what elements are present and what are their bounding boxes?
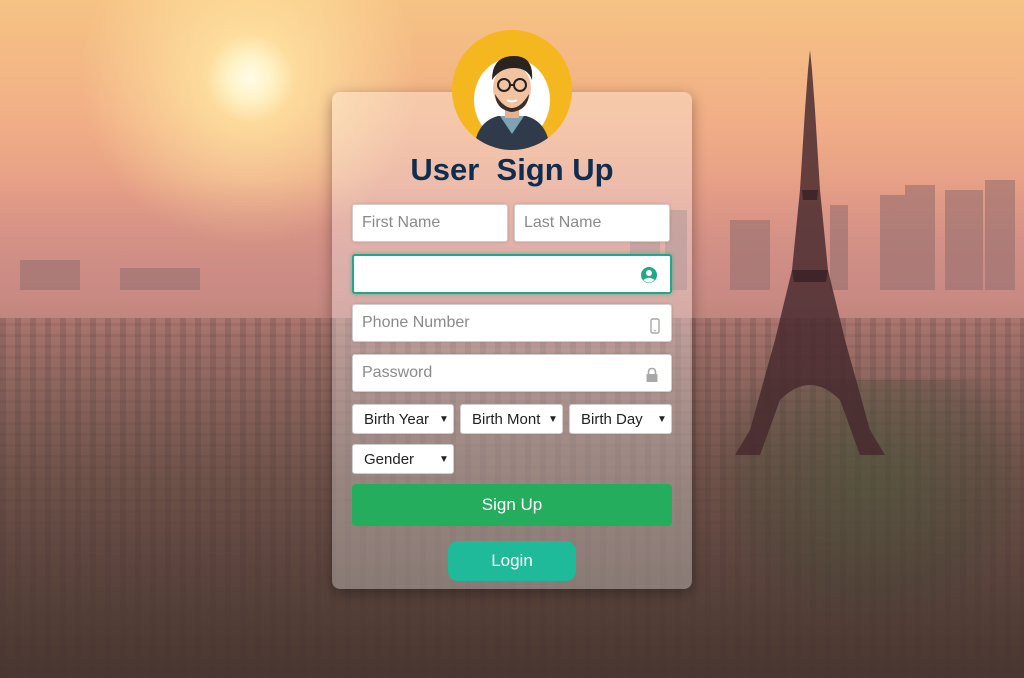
sign-up-button[interactable]: Sign Up	[352, 484, 672, 526]
lock-icon	[646, 367, 658, 382]
login-button[interactable]: Login	[448, 541, 576, 581]
birth-day-select[interactable]: Birth Day ▼	[569, 404, 672, 434]
mobile-phone-icon	[650, 318, 660, 334]
caret-down-icon: ▼	[548, 413, 558, 425]
first-name-input[interactable]	[352, 204, 508, 242]
birth-month-select[interactable]: Birth Mont ▼	[460, 404, 563, 434]
man-with-glasses-icon	[452, 30, 572, 150]
last-name-input[interactable]	[514, 204, 670, 242]
gender-select[interactable]: Gender ▼	[352, 444, 454, 474]
user-circle-icon	[641, 267, 657, 283]
password-input[interactable]	[352, 354, 672, 392]
phone-number-input[interactable]	[352, 304, 672, 342]
birth-year-value: Birth Year	[364, 410, 430, 428]
birth-year-select[interactable]: Birth Year ▼	[352, 404, 454, 434]
caret-down-icon: ▼	[439, 413, 449, 425]
username-input[interactable]	[352, 254, 672, 294]
user-avatar	[452, 30, 572, 150]
page-title: User Sign Up	[410, 152, 614, 187]
caret-down-icon: ▼	[657, 413, 667, 425]
gender-value: Gender	[364, 450, 415, 468]
birth-day-value: Birth Day	[581, 410, 643, 428]
caret-down-icon: ▼	[439, 453, 449, 465]
eiffel-tower-illustration	[735, 50, 885, 455]
birth-month-value: Birth Mont	[472, 410, 541, 428]
